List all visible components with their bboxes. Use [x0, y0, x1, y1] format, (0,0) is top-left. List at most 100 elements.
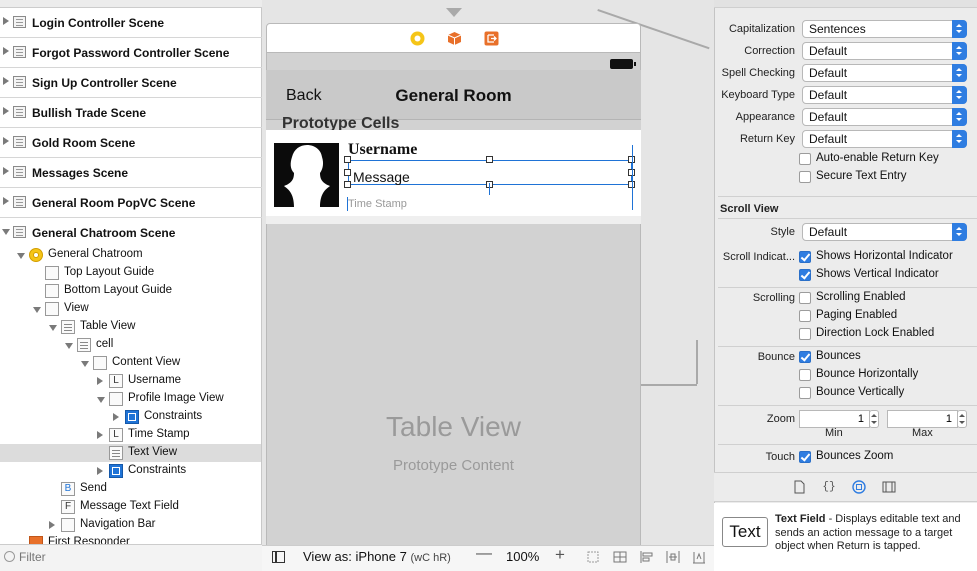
view-controller-icon[interactable]: [410, 31, 425, 46]
tree-item-constraints[interactable]: Constraints: [0, 408, 261, 426]
zoom-min-field[interactable]: [799, 410, 870, 428]
disclosure-triangle-icon[interactable]: [97, 397, 105, 403]
tree-item-time-stamp[interactable]: L Time Stamp: [0, 426, 261, 444]
tree-item-profile-image-view[interactable]: Profile Image View: [0, 390, 261, 408]
timestamp-label[interactable]: Time Stamp: [348, 198, 407, 210]
code-snippet-library-icon[interactable]: {}: [822, 480, 836, 494]
bounces-checkbox[interactable]: [799, 351, 811, 363]
filter-icon[interactable]: [4, 551, 15, 562]
disclosure-triangle-icon[interactable]: [3, 47, 9, 55]
keyboard-type-label: Keyboard Type: [721, 89, 795, 101]
embed-in-stack-icon[interactable]: [613, 550, 627, 564]
tree-item-cell[interactable]: cell: [0, 336, 261, 354]
zoom-min-stepper[interactable]: [869, 410, 879, 428]
tree-item-top-layout-guide[interactable]: Top Layout Guide: [0, 264, 261, 282]
disclosure-triangle-icon[interactable]: [3, 167, 9, 175]
scene-row[interactable]: General Chatroom Scene: [0, 218, 262, 248]
scene-row[interactable]: Bullish Trade Scene: [0, 98, 262, 128]
media-library-icon[interactable]: [882, 480, 896, 494]
disclosure-triangle-icon[interactable]: [113, 413, 119, 421]
spell-checking-popup[interactable]: Default: [802, 64, 967, 82]
username-label[interactable]: Username: [348, 141, 417, 159]
return-key-popup[interactable]: Default: [802, 130, 967, 148]
align-icon[interactable]: [640, 550, 654, 564]
correction-popup[interactable]: Default: [802, 42, 967, 60]
tree-item-content-view[interactable]: Content View: [0, 354, 261, 372]
bounces-zoom-checkbox[interactable]: [799, 451, 811, 463]
disclosure-triangle-icon[interactable]: [2, 229, 10, 235]
tree-item-label: Top Layout Guide: [64, 266, 155, 278]
tree-item-text-view[interactable]: Text View: [0, 444, 261, 462]
zoom-in-button[interactable]: +: [555, 545, 565, 565]
zoom-max-field[interactable]: [887, 410, 958, 428]
popup-value: Default: [809, 44, 848, 58]
disclosure-triangle-icon[interactable]: [17, 253, 25, 259]
zoom-out-button[interactable]: —: [476, 545, 492, 563]
zoom-max-stepper[interactable]: [957, 410, 967, 428]
resize-handle[interactable]: [486, 156, 493, 163]
tree-item-view[interactable]: View: [0, 300, 261, 318]
file-template-library-icon[interactable]: [792, 480, 806, 494]
object-library-icon[interactable]: [852, 480, 866, 494]
tree-item-send[interactable]: B Send: [0, 480, 261, 498]
exit-icon[interactable]: [484, 31, 499, 46]
tree-item-table-view[interactable]: Table View: [0, 318, 261, 336]
disclosure-triangle-icon[interactable]: [3, 137, 9, 145]
resize-handle[interactable]: [344, 156, 351, 163]
pin-icon[interactable]: [666, 550, 680, 564]
scene-row[interactable]: General Room PopVC Scene: [0, 188, 262, 218]
disclosure-triangle-icon[interactable]: [3, 197, 9, 205]
secure-text-entry-checkbox[interactable]: [799, 171, 811, 183]
tree-item-username[interactable]: L Username: [0, 372, 261, 390]
scrolling-enabled-checkbox[interactable]: [799, 292, 811, 304]
popup-arrow-icon: [952, 20, 967, 38]
scene-row[interactable]: Sign Up Controller Scene: [0, 68, 262, 98]
resize-handle[interactable]: [344, 181, 351, 188]
bounce-vertically-checkbox[interactable]: [799, 387, 811, 399]
scene-row[interactable]: Login Controller Scene: [0, 8, 262, 38]
disclosure-triangle-icon[interactable]: [97, 467, 103, 475]
update-frames-icon[interactable]: [586, 550, 600, 564]
scene-row[interactable]: Gold Room Scene: [0, 128, 262, 158]
disclosure-triangle-icon[interactable]: [3, 107, 9, 115]
first-responder-icon[interactable]: [447, 31, 462, 46]
disclosure-triangle-icon[interactable]: [65, 343, 73, 349]
view-as-device-button[interactable]: View as: iPhone 7 (wC hR): [303, 549, 451, 564]
appearance-popup[interactable]: Default: [802, 108, 967, 126]
disclosure-triangle-icon[interactable]: [97, 431, 103, 439]
scene-row[interactable]: Messages Scene: [0, 158, 262, 188]
tree-item-navigation-bar[interactable]: Navigation Bar: [0, 516, 261, 534]
paging-enabled-label: Paging Enabled: [816, 309, 898, 321]
zoom-level: 100%: [506, 549, 540, 564]
filter-input[interactable]: [19, 549, 219, 565]
disclosure-triangle-icon[interactable]: [97, 377, 103, 385]
document-outline-toggle-icon[interactable]: [272, 551, 285, 563]
keyboard-type-popup[interactable]: Default: [802, 86, 967, 104]
scene-row[interactable]: Forgot Password Controller Scene: [0, 38, 262, 68]
shows-horizontal-indicator-checkbox[interactable]: [799, 251, 811, 263]
resize-handle[interactable]: [344, 169, 351, 176]
disclosure-triangle-icon[interactable]: [3, 77, 9, 85]
auto-enable-return-key-checkbox[interactable]: [799, 153, 811, 165]
resolve-auto-layout-icon[interactable]: [692, 550, 706, 564]
tree-item-general-chatroom[interactable]: General Chatroom: [0, 246, 261, 264]
tree-item-label: Table View: [80, 320, 136, 332]
disclosure-triangle-icon[interactable]: [49, 521, 55, 529]
spell-checking-label: Spell Checking: [721, 67, 795, 79]
disclosure-triangle-icon[interactable]: [3, 17, 9, 25]
disclosure-triangle-icon[interactable]: [49, 325, 57, 331]
capitalization-popup[interactable]: Sentences: [802, 20, 967, 38]
style-popup[interactable]: Default: [802, 223, 967, 241]
profile-image-view[interactable]: [274, 143, 339, 207]
tree-item-constraints[interactable]: Constraints: [0, 462, 261, 480]
tree-item-message-text-field[interactable]: F Message Text Field: [0, 498, 261, 516]
direction-lock-enabled-checkbox[interactable]: [799, 328, 811, 340]
shows-vertical-indicator-checkbox[interactable]: [799, 269, 811, 281]
paging-enabled-checkbox[interactable]: [799, 310, 811, 322]
disclosure-triangle-icon[interactable]: [33, 307, 41, 313]
bounce-horizontally-checkbox[interactable]: [799, 369, 811, 381]
tree-item-bottom-layout-guide[interactable]: Bottom Layout Guide: [0, 282, 261, 300]
disclosure-triangle-icon[interactable]: [81, 361, 89, 367]
tree-item-label: Constraints: [128, 464, 187, 476]
tree-item-label: Send: [80, 482, 107, 494]
